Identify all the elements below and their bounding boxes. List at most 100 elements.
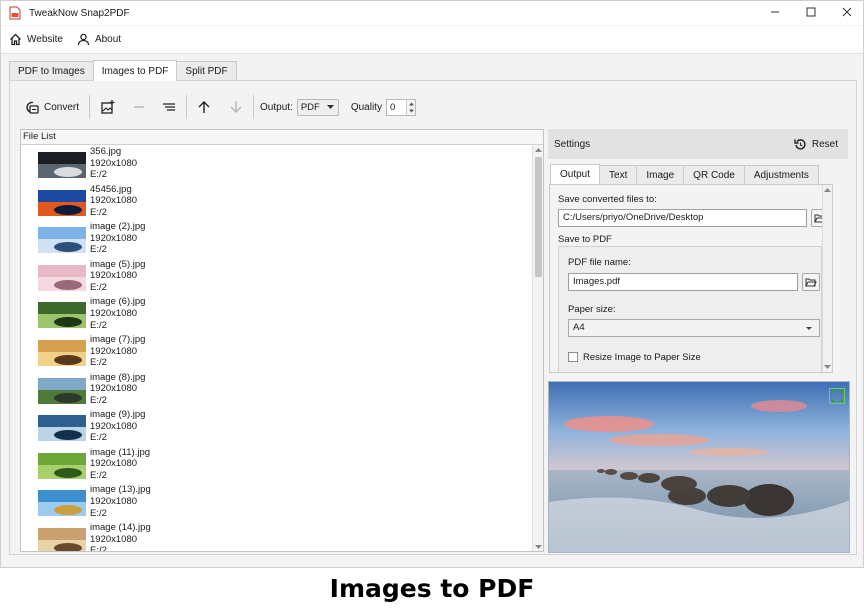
image-thumbnail (38, 152, 86, 178)
file-list-item[interactable]: image (6).jpg 1920x1080 E:/2 (21, 296, 533, 334)
paper-size-select[interactable]: A4 (568, 319, 820, 337)
file-list-item[interactable]: image (2).jpg 1920x1080 E:/2 (21, 221, 533, 259)
file-dimensions: 1920x1080 (90, 232, 138, 244)
expand-icon (831, 390, 843, 402)
file-path: E:/2 (90, 545, 107, 552)
toolbar-separator (253, 95, 255, 119)
file-dimensions: 1920x1080 (90, 533, 138, 545)
file-list-item[interactable]: 356.jpg 1920x1080 E:/2 (21, 146, 533, 184)
output-settings-panel: Save converted files to: C:/Users/priyo/… (549, 184, 833, 373)
maximize-icon (806, 7, 816, 17)
file-list-item[interactable]: image (14).jpg 1920x1080 E:/2 (21, 522, 533, 552)
move-up-button[interactable] (193, 94, 215, 120)
file-list-item[interactable]: 45456.jpg 1920x1080 E:/2 (21, 184, 533, 222)
scroll-down-icon[interactable] (534, 544, 543, 550)
file-path: E:/2 (90, 206, 107, 218)
remove-button[interactable] (128, 94, 150, 120)
tab-output[interactable]: Output (550, 164, 601, 184)
file-list-scrollbar[interactable] (532, 145, 543, 551)
tab-adjustments[interactable]: Adjustments (743, 165, 819, 184)
browse-pdf-button[interactable] (802, 273, 820, 291)
pdf-file-name-label: PDF file name: (568, 257, 631, 268)
app-window: TweakNow Snap2PDF Website About PDF to I… (0, 0, 864, 568)
file-list-item[interactable]: image (5).jpg 1920x1080 E:/2 (21, 259, 533, 297)
file-meta: image (9).jpg 1920x1080 E:/2 (90, 409, 145, 447)
website-menu-item[interactable]: Website (9, 33, 63, 46)
settings-scrollbar[interactable] (822, 185, 832, 372)
scrollbar-thumb[interactable] (535, 157, 542, 277)
output-label: Output: (260, 101, 293, 113)
file-name: image (6).jpg (90, 296, 146, 308)
window-title: TweakNow Snap2PDF (29, 7, 130, 19)
scroll-up-icon[interactable] (823, 187, 832, 193)
about-label: About (94, 34, 122, 45)
convert-icon (26, 101, 39, 114)
file-list-item[interactable]: image (11).jpg 1920x1080 E:/2 (21, 447, 533, 485)
file-list-item[interactable]: image (9).jpg 1920x1080 E:/2 (21, 409, 533, 447)
about-menu-item[interactable]: About (77, 33, 121, 46)
file-meta: image (8).jpg 1920x1080 E:/2 (90, 372, 145, 410)
tab-image[interactable]: Image (636, 165, 685, 184)
output-format-value: PDF (300, 101, 320, 113)
settings-header: Settings Reset (548, 129, 848, 159)
file-meta: 45456.jpg 1920x1080 E:/2 (90, 184, 137, 222)
app-logo-icon (9, 6, 21, 20)
add-image-button[interactable] (96, 94, 120, 120)
file-path: E:/2 (90, 394, 107, 406)
file-meta: image (2).jpg 1920x1080 E:/2 (90, 221, 145, 259)
convert-button[interactable]: Convert (20, 94, 83, 120)
settings-panel: Settings Reset Output Text Image QR Code… (548, 129, 848, 376)
tab-pdf-to-images[interactable]: PDF to Images (9, 61, 94, 81)
file-meta: image (14).jpg 1920x1080 E:/2 (90, 522, 151, 552)
quality-spin-buttons[interactable] (405, 99, 415, 115)
scroll-up-icon[interactable] (534, 147, 543, 153)
clear-list-button[interactable] (158, 94, 180, 120)
arrow-up-icon (198, 101, 210, 113)
file-path: E:/2 (90, 469, 107, 481)
image-thumbnail (38, 339, 86, 366)
tab-images-to-pdf[interactable]: Images to PDF (92, 60, 178, 81)
settings-tabs: Output Text Image QR Code Adjustments (550, 164, 819, 184)
quality-spinbox[interactable]: 0 (385, 98, 416, 116)
tab-text[interactable]: Text (599, 165, 638, 184)
file-name: image (2).jpg (90, 221, 146, 233)
file-dimensions: 1920x1080 (90, 307, 138, 319)
reset-label: Reset (811, 138, 838, 150)
file-name: image (8).jpg (90, 371, 146, 383)
maximize-button[interactable] (793, 1, 829, 23)
file-list[interactable]: File List 356.jpg 1920x1080 E:/2 45456.jpg 1… (20, 129, 544, 552)
screenshot-caption: Images to PDF (329, 574, 535, 603)
title-bar: TweakNow Snap2PDF (1, 1, 863, 25)
file-list-item[interactable]: image (7).jpg 1920x1080 E:/2 (21, 334, 533, 372)
menu-bar: Website About (1, 26, 863, 54)
pdf-file-name-input[interactable]: Images.pdf (568, 273, 798, 291)
toolbar-separator (89, 95, 91, 119)
file-list-item[interactable]: image (13).jpg 1920x1080 E:/2 (21, 484, 533, 522)
toolbar-separator (186, 95, 188, 119)
minimize-button[interactable] (757, 1, 793, 23)
file-name: image (7).jpg (90, 333, 146, 345)
save-path-input[interactable]: C:/Users/priyo/OneDrive/Desktop (558, 209, 807, 227)
file-name: image (11).jpg (90, 446, 151, 458)
image-thumbnail (38, 264, 86, 291)
tab-split-pdf[interactable]: Split PDF (176, 61, 237, 81)
scroll-down-icon[interactable] (823, 364, 832, 370)
close-button[interactable] (829, 1, 864, 23)
reset-icon (794, 138, 806, 150)
move-down-button[interactable] (225, 94, 247, 120)
file-dimensions: 1920x1080 (90, 270, 138, 282)
tab-qr-code[interactable]: QR Code (683, 165, 745, 184)
file-name: 45456.jpg (90, 183, 132, 195)
file-meta: image (6).jpg 1920x1080 E:/2 (90, 296, 145, 334)
file-list-item[interactable]: image (8).jpg 1920x1080 E:/2 (21, 372, 533, 410)
toolbar: Convert Output: PDF Quality 0 (20, 93, 416, 121)
output-format-select[interactable]: PDF (296, 98, 339, 116)
reset-button[interactable]: Reset (794, 138, 838, 151)
paper-size-label: Paper size: (568, 304, 616, 315)
resize-image-checkbox[interactable] (568, 352, 578, 362)
file-path: E:/2 (90, 507, 107, 519)
file-name: image (13).jpg (90, 484, 151, 496)
arrow-down-icon (230, 101, 242, 113)
file-path: E:/2 (90, 169, 107, 181)
fit-view-button[interactable] (829, 388, 845, 404)
